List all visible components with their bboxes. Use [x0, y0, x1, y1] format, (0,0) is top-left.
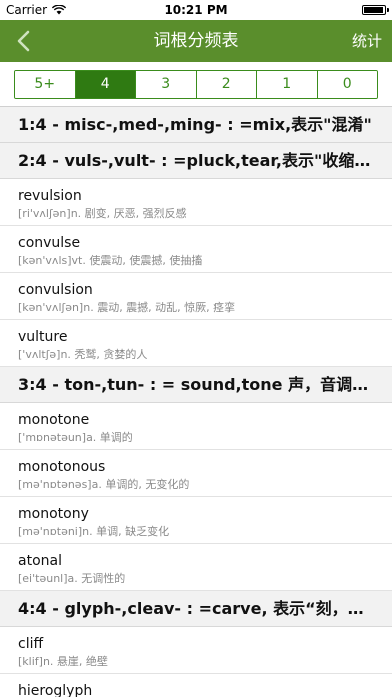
clock: 10:21 PM	[164, 3, 228, 17]
status-bar: Carrier 10:21 PM	[0, 0, 392, 20]
word-text: atonal	[18, 553, 62, 569]
section-header: 4:4 - glyph-,cleav- : =carve, 表示“刻，划”。	[0, 591, 392, 627]
word-row[interactable]: convulse [kən'vʌls]vt. 使震动, 使震撼, 使抽搐	[0, 226, 392, 273]
word-definition: [kən'vʌlʃən]n. 震动, 震撼, 动乱, 惊厥, 痉挛	[18, 301, 236, 314]
stats-button[interactable]: 统计	[352, 20, 382, 62]
word-row[interactable]: revulsion [ri'vʌlʃən]n. 剧变, 厌恶, 强烈反感	[0, 179, 392, 226]
word-text: revulsion	[18, 188, 82, 204]
word-text: convulsion	[18, 282, 93, 298]
word-row[interactable]: cliff [klif]n. 悬崖, 绝壁	[0, 627, 392, 674]
root-word-list: 1:4 - misc-,med-,ming- : =mix,表示"混淆" 2:4 …	[0, 106, 392, 697]
word-row[interactable]: vulture ['vʌltʃə]n. 秃鹫, 贪婪的人	[0, 320, 392, 367]
section-header: 3:4 - ton-,tun- : = sound,tone 声，音调。词根	[0, 367, 392, 403]
word-definition: [ri'vʌlʃən]n. 剧变, 厌恶, 强烈反感	[18, 207, 187, 220]
battery-icon	[362, 5, 389, 15]
word-definition: [ei'təunl]a. 无调性的	[18, 572, 126, 585]
word-text: monotonous	[18, 459, 106, 475]
word-text: monotone	[18, 412, 90, 428]
word-row[interactable]: monotony [mə'nɒtəni]n. 单调, 缺乏变化	[0, 497, 392, 544]
segment-4[interactable]: 2	[196, 71, 257, 98]
word-text: monotony	[18, 506, 89, 522]
word-text: convulse	[18, 235, 81, 251]
segment-2[interactable]: 4	[75, 71, 136, 98]
word-row[interactable]: hieroglyph	[0, 674, 392, 697]
word-definition: [mə'nɒtənəs]a. 单调的, 无变化的	[18, 478, 190, 491]
word-row[interactable]: convulsion [kən'vʌlʃən]n. 震动, 震撼, 动乱, 惊厥,…	[0, 273, 392, 320]
word-text: hieroglyph	[18, 683, 93, 697]
segment-6[interactable]: 0	[317, 71, 377, 98]
word-definition: [klif]n. 悬崖, 绝壁	[18, 655, 108, 668]
segment-1[interactable]: 5+	[15, 71, 76, 98]
section-header: 2:4 - vuls-,vult- : =pluck,tear,表示"收缩，撕开…	[0, 143, 392, 179]
word-definition: ['mɒnətəun]a. 单调的	[18, 431, 133, 444]
word-row[interactable]: monotone ['mɒnətəun]a. 单调的	[0, 403, 392, 450]
word-definition: [mə'nɒtəni]n. 单调, 缺乏变化	[18, 525, 170, 538]
word-definition: [kən'vʌls]vt. 使震动, 使震撼, 使抽搐	[18, 254, 203, 267]
frequency-segmented-control: 5+ 4 3 2 1 0	[14, 70, 378, 99]
segment-3[interactable]: 3	[136, 71, 197, 98]
word-row[interactable]: monotonous [mə'nɒtənəs]a. 单调的, 无变化的	[0, 450, 392, 497]
word-text: cliff	[18, 636, 44, 652]
nav-bar: 词根分频表 统计	[0, 20, 392, 62]
word-text: vulture	[18, 329, 68, 345]
segment-5[interactable]: 1	[257, 71, 318, 98]
word-definition: ['vʌltʃə]n. 秃鹫, 贪婪的人	[18, 348, 148, 361]
section-header: 1:4 - misc-,med-,ming- : =mix,表示"混淆"	[0, 107, 392, 143]
page-title: 词根分频表	[153, 31, 239, 51]
word-row[interactable]: atonal [ei'təunl]a. 无调性的	[0, 544, 392, 591]
